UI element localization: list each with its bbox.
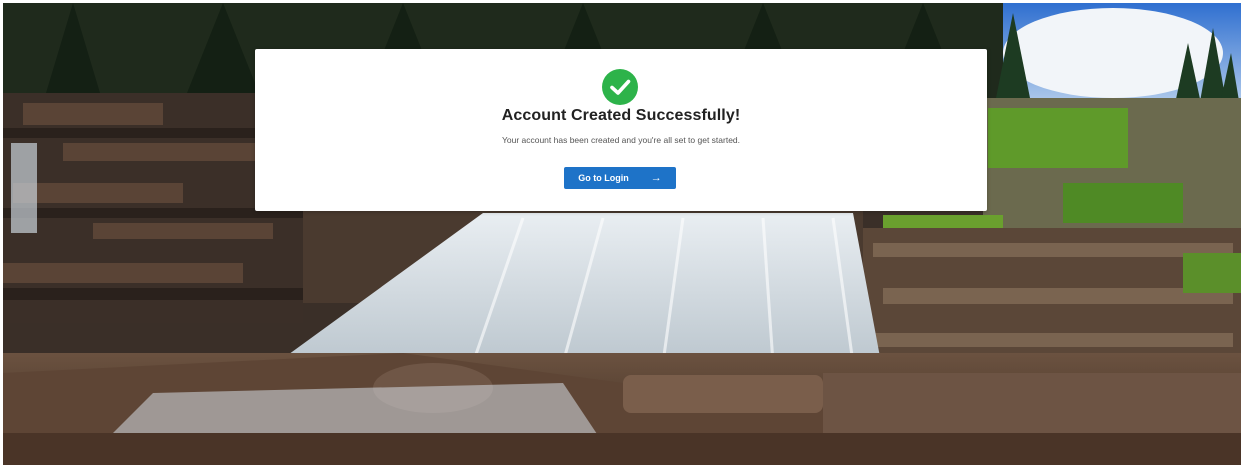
go-to-login-button[interactable]: Go to Login → bbox=[564, 167, 676, 189]
modal-title: Account Created Successfully! bbox=[501, 107, 741, 124]
success-check-icon bbox=[602, 69, 638, 105]
success-modal: Account Created Successfully! Your accou… bbox=[255, 49, 987, 211]
arrow-right-icon: → bbox=[650, 171, 662, 184]
modal-message: Your account has been created and you're… bbox=[501, 135, 741, 145]
button-label: Go to Login bbox=[578, 173, 629, 183]
